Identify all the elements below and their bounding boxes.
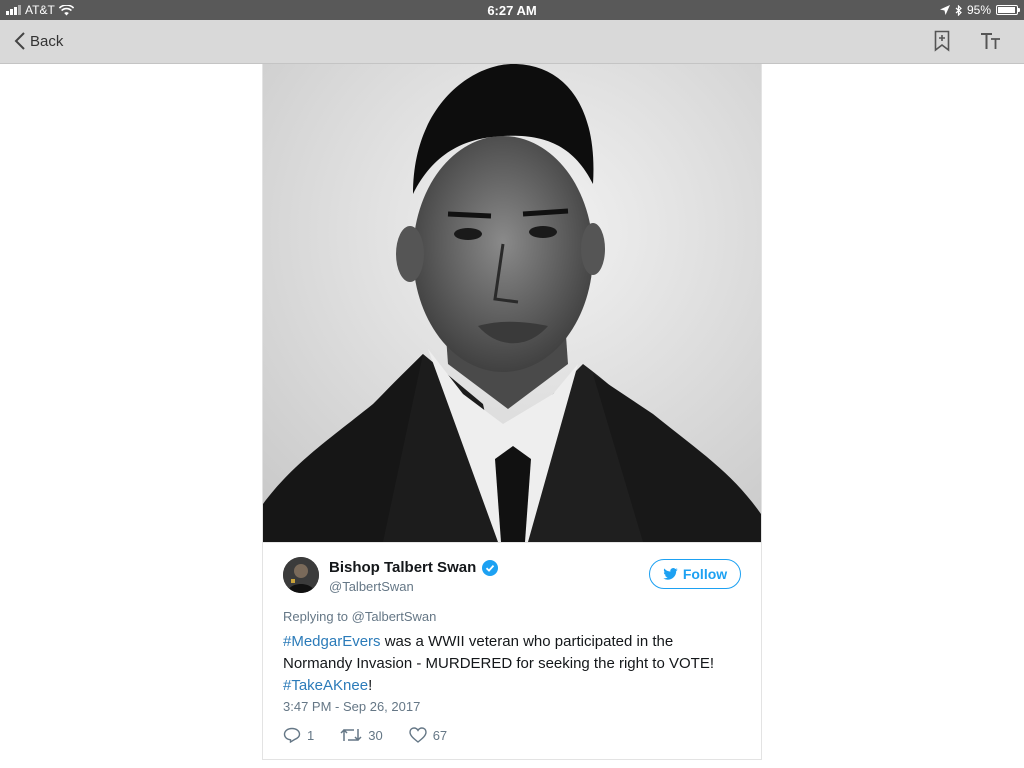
tweet-text: #MedgarEvers was a WWII veteran who part… <box>283 631 743 697</box>
reply-button[interactable]: 1 <box>283 727 314 743</box>
verified-badge-icon <box>482 559 499 576</box>
tweet-photo[interactable] <box>263 64 761 542</box>
tweet-actions: 1 30 67 <box>283 727 447 743</box>
retweet-icon <box>340 728 362 742</box>
chevron-left-icon <box>14 32 25 50</box>
battery-percent: 95% <box>966 3 991 17</box>
author-handle[interactable]: @TalbertSwan <box>329 579 414 594</box>
reply-count: 1 <box>307 727 315 743</box>
tweet-text-end: ! <box>368 677 373 694</box>
replying-to: Replying to @TalbertSwan <box>283 609 437 624</box>
hashtag-takeaknee[interactable]: #TakeAKnee <box>283 677 368 694</box>
like-button[interactable]: 67 <box>409 727 447 743</box>
battery-level <box>998 7 1016 13</box>
location-arrow-icon <box>939 5 950 15</box>
bookmark-add-icon[interactable] <box>934 30 950 57</box>
tweet-timestamp[interactable]: 3:47 PM - Sep 26, 2017 <box>283 699 420 714</box>
status-bar: AT&T 6:27 AM 95% <box>0 0 1024 20</box>
nav-actions <box>934 30 1002 57</box>
author-avatar[interactable] <box>283 557 319 593</box>
navigation-bar: Back <box>0 20 1024 64</box>
bluetooth-icon <box>955 4 962 16</box>
embedded-tweet-card: Bishop Talbert Swan @TalbertSwan Follow … <box>262 64 762 760</box>
heart-icon <box>409 727 427 743</box>
status-right: 95% <box>939 3 1020 17</box>
follow-label: Follow <box>682 566 728 582</box>
back-button[interactable]: Back <box>14 32 63 50</box>
portrait-photo-icon <box>263 64 761 542</box>
follow-button[interactable]: Follow <box>649 559 741 589</box>
twitter-bird-icon <box>663 568 678 580</box>
text-size-icon[interactable] <box>980 31 1002 56</box>
author-name[interactable]: Bishop Talbert Swan <box>329 559 499 576</box>
retweet-button[interactable]: 30 <box>340 727 383 743</box>
clock: 6:27 AM <box>487 3 537 18</box>
author-name-text: Bishop Talbert Swan <box>329 559 477 576</box>
battery-icon <box>996 5 1020 15</box>
tweet-body: Bishop Talbert Swan @TalbertSwan Follow … <box>263 542 761 743</box>
like-count: 67 <box>432 727 448 743</box>
back-label: Back <box>30 32 64 50</box>
hashtag-medgarevers[interactable]: #MedgarEvers <box>283 633 381 650</box>
retweet-count: 30 <box>368 727 383 743</box>
reply-icon <box>283 727 301 743</box>
